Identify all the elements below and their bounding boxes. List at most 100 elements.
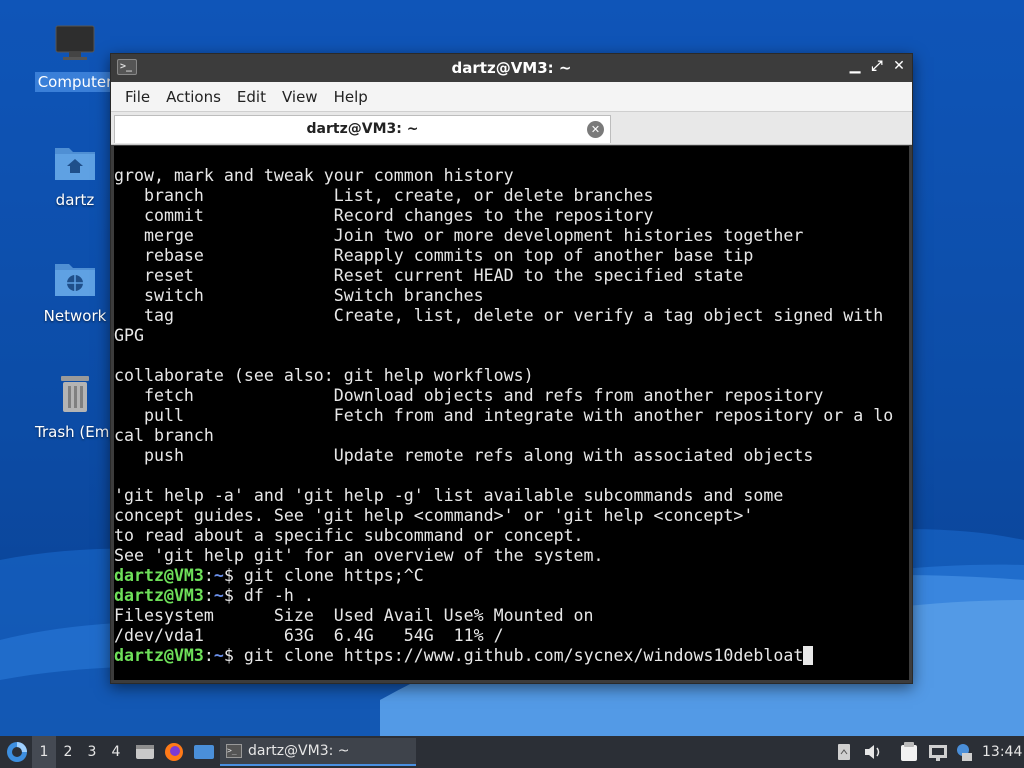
- terminal-line: concept guides. See 'git help <command>'…: [114, 506, 909, 526]
- terminal-text: push Update remote refs along with assoc…: [114, 446, 814, 465]
- menu-view[interactable]: View: [274, 82, 326, 112]
- terminal-window: >_ dartz@VM3: ~ ▁ ⤢ ✕ File Actions Edit …: [110, 53, 913, 684]
- terminal-text: GPG: [114, 326, 144, 345]
- terminal-text: tag Create, list, delete or verify a tag…: [114, 306, 884, 325]
- menu-edit[interactable]: Edit: [229, 82, 274, 112]
- show-desktop-icon: [194, 745, 214, 759]
- desktop-icon-label: Network: [43, 307, 107, 325]
- computer-icon: [53, 22, 97, 66]
- terminal-line: dartz@VM3:~$ git clone https://www.githu…: [114, 646, 909, 666]
- prompt-user: dartz@VM3: [114, 586, 204, 605]
- desktop-icon-computer[interactable]: Computer: [32, 22, 118, 92]
- terminal-text: to read about a specific subcommand or c…: [114, 526, 584, 545]
- terminal-text: /dev/vda1 63G 6.4G 54G 11% /: [114, 626, 504, 645]
- clipboard-tray-icon[interactable]: [836, 736, 852, 768]
- terminal-text: reset Reset current HEAD to the specifie…: [114, 266, 744, 285]
- terminal-line: GPG: [114, 326, 909, 346]
- window-titlebar[interactable]: >_ dartz@VM3: ~ ▁ ⤢ ✕: [111, 54, 912, 82]
- terminal-line: rebase Reapply commits on top of another…: [114, 246, 909, 266]
- desktop-icon-network[interactable]: Network: [32, 256, 118, 326]
- lubuntu-logo-icon: [7, 742, 27, 762]
- terminal-text: See 'git help git' for an overview of th…: [114, 546, 604, 565]
- update-tray-icon[interactable]: [954, 736, 974, 768]
- terminal-text: switch Switch branches: [114, 286, 484, 305]
- terminal-text: 'git help -a' and 'git help -g' list ava…: [114, 486, 784, 505]
- terminal-line: grow, mark and tweak your common history: [114, 166, 909, 186]
- network-folder-icon: [53, 256, 97, 300]
- start-menu-button[interactable]: [4, 736, 30, 768]
- network-tray-icon[interactable]: [926, 736, 950, 768]
- file-manager-icon: [136, 745, 154, 759]
- show-desktop-button[interactable]: [192, 736, 216, 768]
- terminal-text: concept guides. See 'git help <command>'…: [114, 506, 754, 525]
- workspace-4[interactable]: 4: [104, 736, 128, 768]
- terminal-cursor: [803, 646, 814, 665]
- tab-terminal[interactable]: dartz@VM3: ~ ✕: [114, 115, 611, 143]
- terminal-text: Filesystem Size Used Avail Use% Mounted …: [114, 606, 594, 625]
- desktop-icon-label: dartz: [55, 191, 95, 209]
- terminal-text: merge Join two or more development histo…: [114, 226, 804, 245]
- prompt-separator: :: [203, 586, 214, 605]
- terminal-text: $ git clone https://www.github.com/sycne…: [223, 646, 804, 665]
- terminal-text: pull Fetch from and integrate with anoth…: [114, 406, 894, 425]
- terminal-line: 'git help -a' and 'git help -g' list ava…: [114, 486, 909, 506]
- menu-actions[interactable]: Actions: [158, 82, 229, 112]
- terminal-text: cal branch: [114, 426, 214, 445]
- terminal-line: /dev/vda1 63G 6.4G 54G 11% /: [114, 626, 909, 646]
- desktop-icon-trash[interactable]: Trash (Empt: [32, 372, 125, 442]
- terminal-text: grow, mark and tweak your common history: [114, 166, 514, 185]
- terminal-text: branch List, create, or delete branches: [114, 186, 654, 205]
- minimize-button[interactable]: ▁: [848, 58, 862, 74]
- taskbar-item-label: dartz@VM3: ~: [248, 743, 350, 759]
- terminal-line: tag Create, list, delete or verify a tag…: [114, 306, 909, 326]
- clock[interactable]: 13:44: [982, 736, 1022, 768]
- prompt-user: dartz@VM3: [114, 646, 204, 665]
- menu-file[interactable]: File: [117, 82, 158, 112]
- terminal-line: switch Switch branches: [114, 286, 909, 306]
- terminal-text: rebase Reapply commits on top of another…: [114, 246, 754, 265]
- volume-icon[interactable]: [862, 736, 884, 768]
- workspace-3[interactable]: 3: [80, 736, 104, 768]
- terminal-text: commit Record changes to the repository: [114, 206, 654, 225]
- firefox-icon: [165, 743, 183, 761]
- terminal-line: reset Reset current HEAD to the specifie…: [114, 266, 909, 286]
- prompt-separator: :: [203, 646, 214, 665]
- terminal-text: $ git clone https;^C: [223, 566, 424, 585]
- terminal-text: fetch Download objects and refs from ano…: [114, 386, 824, 405]
- terminal-line: dartz@VM3:~$ df -h .: [114, 586, 909, 606]
- desktop-icon-home[interactable]: dartz: [32, 140, 118, 210]
- terminal-line: push Update remote refs along with assoc…: [114, 446, 909, 466]
- terminal-line: pull Fetch from and integrate with anoth…: [114, 406, 909, 426]
- menu-help[interactable]: Help: [326, 82, 376, 112]
- desktop-icon-label: Computer: [34, 72, 116, 92]
- terminal-line: cal branch: [114, 426, 909, 446]
- terminal-icon: >_: [226, 744, 242, 758]
- terminal-line: branch List, create, or delete branches: [114, 186, 909, 206]
- terminal-output[interactable]: grow, mark and tweak your common history…: [114, 146, 909, 680]
- taskbar-item-terminal[interactable]: >_ dartz@VM3: ~: [220, 738, 416, 766]
- terminal-line: Filesystem Size Used Avail Use% Mounted …: [114, 606, 909, 626]
- home-folder-icon: [53, 140, 97, 184]
- terminal-text: collaborate (see also: git help workflow…: [114, 366, 534, 385]
- trash-icon: [53, 372, 97, 416]
- close-button[interactable]: ✕: [892, 58, 906, 74]
- prompt-path: ~: [213, 566, 224, 585]
- maximize-button[interactable]: ⤢: [870, 58, 884, 74]
- terminal-line: collaborate (see also: git help workflow…: [114, 366, 909, 386]
- workspace-2[interactable]: 2: [56, 736, 80, 768]
- terminal-line: fetch Download objects and refs from ano…: [114, 386, 909, 406]
- notes-tray-icon[interactable]: [898, 736, 920, 768]
- prompt-path: ~: [213, 586, 224, 605]
- firefox-launcher[interactable]: [162, 736, 186, 768]
- terminal-line: to read about a specific subcommand or c…: [114, 526, 909, 546]
- terminal-line: commit Record changes to the repository: [114, 206, 909, 226]
- taskbar: 1 2 3 4 >_ dartz@VM3: ~ 13:44: [0, 736, 1024, 768]
- tab-close-icon[interactable]: ✕: [587, 121, 604, 138]
- terminal-line: merge Join two or more development histo…: [114, 226, 909, 246]
- terminal-line: dartz@VM3:~$ git clone https;^C: [114, 566, 909, 586]
- tab-label: dartz@VM3: ~: [306, 121, 419, 137]
- file-manager-launcher[interactable]: [134, 736, 156, 768]
- workspace-1[interactable]: 1: [32, 736, 56, 768]
